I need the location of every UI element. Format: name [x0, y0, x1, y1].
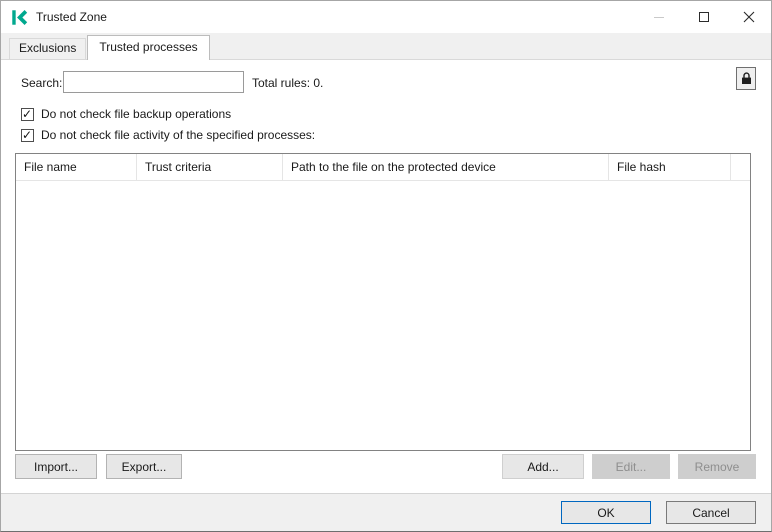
- table-header-row: File name Trust criteria Path to the fil…: [16, 154, 750, 181]
- trusted-processes-page: Search: Total rules: 0. Do not check fil…: [1, 60, 771, 493]
- window-title: Trusted Zone: [36, 10, 107, 24]
- checkbox-file-activity: [21, 129, 34, 142]
- import-button[interactable]: Import...: [15, 454, 97, 479]
- maximize-button[interactable]: [681, 1, 726, 33]
- tab-trusted-processes[interactable]: Trusted processes: [87, 35, 209, 60]
- close-icon: [743, 11, 755, 23]
- trusted-processes-table: File name Trust criteria Path to the fil…: [15, 153, 751, 451]
- search-input[interactable]: [63, 71, 244, 93]
- column-header-file-hash[interactable]: File hash: [609, 154, 731, 180]
- lock-button[interactable]: [736, 67, 756, 90]
- lock-icon: [741, 72, 752, 85]
- column-header-trust-criteria[interactable]: Trust criteria: [137, 154, 283, 180]
- edit-button[interactable]: Edit...: [592, 454, 670, 479]
- search-label: Search:: [21, 76, 62, 90]
- remove-button[interactable]: Remove: [678, 454, 756, 479]
- minimize-button[interactable]: [636, 1, 681, 33]
- checkbox-row-file-activity[interactable]: Do not check file activity of the specif…: [21, 128, 315, 142]
- dialog-footer: OK Cancel: [1, 493, 771, 531]
- titlebar: Trusted Zone: [1, 1, 771, 33]
- checkbox-backup-operations: [21, 108, 34, 121]
- checkbox-label: Do not check file backup operations: [41, 107, 231, 121]
- cancel-button[interactable]: Cancel: [666, 501, 756, 524]
- export-button[interactable]: Export...: [106, 454, 182, 479]
- total-rules-text: Total rules: 0.: [252, 76, 323, 90]
- trusted-zone-dialog: Trusted Zone Exclusions Trusted processe…: [0, 0, 772, 532]
- column-header-filler: [731, 154, 750, 180]
- close-button[interactable]: [726, 1, 771, 33]
- window-controls: [636, 1, 771, 33]
- minimize-icon: [654, 17, 664, 18]
- maximize-icon: [699, 12, 709, 22]
- checkbox-label: Do not check file activity of the specif…: [41, 128, 315, 142]
- table-body-empty[interactable]: [16, 181, 750, 450]
- checkbox-row-backup-operations[interactable]: Do not check file backup operations: [21, 107, 231, 121]
- add-button[interactable]: Add...: [502, 454, 584, 479]
- kaspersky-logo-icon: [11, 9, 28, 26]
- tab-exclusions[interactable]: Exclusions: [9, 38, 86, 59]
- ok-button[interactable]: OK: [561, 501, 651, 524]
- column-header-file-name[interactable]: File name: [16, 154, 137, 180]
- tab-strip: Exclusions Trusted processes: [1, 33, 771, 60]
- table-action-row: Import... Export... Add... Edit... Remov…: [1, 454, 771, 479]
- column-header-path[interactable]: Path to the file on the protected device: [283, 154, 609, 180]
